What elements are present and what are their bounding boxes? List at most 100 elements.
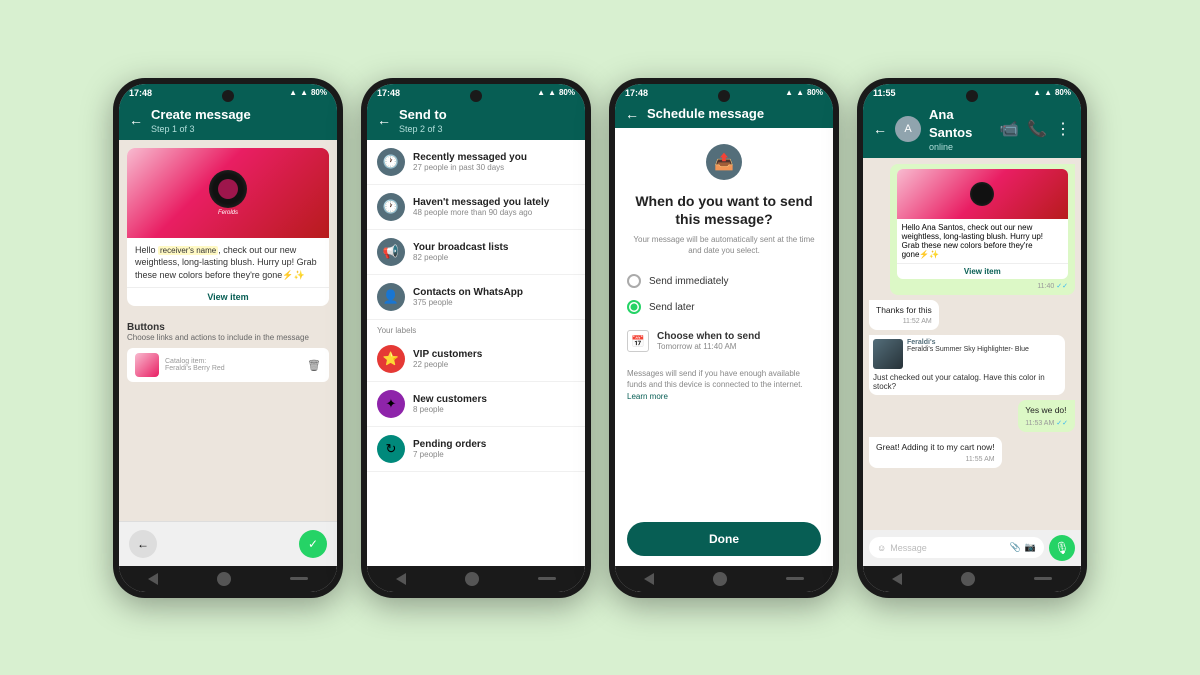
phone3-nav-home[interactable]	[713, 572, 727, 586]
call-icon[interactable]: 📞	[1027, 119, 1047, 139]
phone2-icons: ▲ ▲ 80%	[537, 88, 575, 97]
emoji-icon: ☺	[877, 543, 886, 553]
phone2-time: 17:48	[377, 88, 400, 98]
phone2-nav-recent[interactable]	[538, 577, 556, 580]
label-vip[interactable]: ⭐ VIP customers 22 people	[367, 337, 585, 382]
phone1-subtitle: Step 1 of 3	[151, 124, 327, 134]
send-to-list: 🕐 Recently messaged you 27 people in pas…	[367, 140, 585, 566]
phone1-nav-recent[interactable]	[290, 577, 308, 580]
phone4-nav	[863, 566, 1081, 592]
calendar-icon: 📅	[627, 330, 649, 352]
phone4-nav-home[interactable]	[961, 572, 975, 586]
phone1-nav-home[interactable]	[217, 572, 231, 586]
msg-in-1: Thanks for this 11:52 AM	[869, 300, 939, 331]
contacts-icon: 👤	[377, 283, 405, 311]
radio-later-btn[interactable]	[627, 300, 641, 314]
phone3-nav-back[interactable]	[644, 573, 654, 585]
msg-out-2: Yes we do! 11:53 AM ✓✓	[1018, 400, 1075, 432]
phone1-title: Create message	[151, 107, 251, 122]
phone2-notch	[470, 90, 482, 102]
schedule-icon: 📤	[706, 144, 742, 180]
phone2-battery: 80%	[559, 88, 575, 97]
new-text: New customers 8 people	[413, 394, 487, 414]
phone3-notch	[718, 90, 730, 102]
vip-dot: ⭐	[377, 345, 405, 373]
phone2-nav-back[interactable]	[396, 573, 406, 585]
phone1-nav-back[interactable]	[148, 573, 158, 585]
phone4-notch	[966, 90, 978, 102]
catalog-thumb	[135, 353, 159, 377]
receiver-highlight: receiver's name	[158, 246, 218, 255]
labels-header: Your labels	[367, 320, 585, 337]
camera-icon[interactable]: 📷	[1025, 542, 1036, 553]
phone4-nav-recent[interactable]	[1034, 577, 1052, 580]
send-btn[interactable]: 🎙	[1049, 535, 1075, 561]
radio-later-label: Send later	[649, 302, 695, 313]
recent-icon: 🕐	[377, 148, 405, 176]
schedule-icon-area: 📤	[627, 144, 821, 180]
phone1-back-circle[interactable]: ←	[129, 530, 157, 558]
phone1-back-btn[interactable]: ←	[129, 112, 143, 128]
learn-more-link[interactable]: Learn more	[627, 392, 668, 401]
product-brand-label: Ferolds	[209, 210, 247, 216]
msg-in-product: Feraldi's Feraldi's Summer Sky Highlight…	[869, 335, 1065, 395]
choose-when-row[interactable]: 📅 Choose when to send Tomorrow at 11:40 …	[627, 324, 821, 358]
label-pending[interactable]: ↻ Pending orders 7 people	[367, 427, 585, 472]
label-new[interactable]: ✦ New customers 8 people	[367, 382, 585, 427]
phone3-time: 17:48	[625, 88, 648, 98]
phone3-battery: 80%	[807, 88, 823, 97]
phone4-signal: ▲	[1033, 88, 1041, 97]
vip-text: VIP customers 22 people	[413, 349, 482, 369]
phone3-nav	[615, 566, 833, 592]
done-btn[interactable]: Done	[627, 522, 821, 556]
phone4-nav-back[interactable]	[892, 573, 902, 585]
send-to-item-old[interactable]: 🕐 Haven't messaged you lately 48 people …	[367, 185, 585, 230]
phone3-nav-recent[interactable]	[786, 577, 804, 580]
phone2-nav-home[interactable]	[465, 572, 479, 586]
schedule-note: Messages will send if you have enough av…	[627, 368, 821, 521]
phone3-title: Schedule message	[647, 106, 823, 121]
phone1-status-icons: ▲ ▲ 80%	[289, 88, 327, 97]
phone1-notch	[222, 90, 234, 102]
msg-out-2-time: 11:53 AM ✓✓	[1025, 419, 1068, 427]
send-to-item-broadcast[interactable]: 📢 Your broadcast lists 82 people	[367, 230, 585, 275]
message-input[interactable]: ☺ Message 📎 📷	[869, 537, 1044, 558]
radio-later[interactable]: Send later	[627, 294, 821, 320]
video-icon[interactable]: 📹	[999, 119, 1019, 139]
radio-immediately-label: Send immediately	[649, 276, 728, 287]
phone2-header: ← Send to Step 2 of 3	[367, 100, 585, 140]
send-to-item-recent[interactable]: 🕐 Recently messaged you 27 people in pas…	[367, 140, 585, 185]
pending-text: Pending orders 7 people	[413, 439, 486, 459]
choose-when-text: Choose when to send Tomorrow at 11:40 AM	[657, 331, 760, 351]
msg-view-item[interactable]: View item	[897, 263, 1068, 279]
phone1-action-bar: ← ✓	[119, 521, 337, 566]
more-icon[interactable]: ⋮	[1055, 119, 1071, 139]
phone1-header: ← Create message Step 1 of 3	[119, 100, 337, 140]
attach-icon[interactable]: 📎	[1010, 542, 1021, 553]
buttons-section: Buttons Choose links and actions to incl…	[119, 314, 337, 390]
phone3-back-btn[interactable]: ←	[625, 106, 639, 122]
phone2-back-btn[interactable]: ←	[377, 112, 391, 128]
phone1-nav	[119, 566, 337, 592]
phone1-next-circle[interactable]: ✓	[299, 530, 327, 558]
view-item-btn[interactable]: View item	[127, 287, 329, 306]
phone3-signal: ▲	[785, 88, 793, 97]
product-info: Feraldi's Feraldi's Summer Sky Highlight…	[907, 339, 1061, 369]
contact-avatar: A	[895, 116, 921, 142]
phone4-icons: ▲ ▲ 80%	[1033, 88, 1071, 97]
phone4-back-btn[interactable]: ←	[873, 121, 887, 137]
chat-input-bar: ☺ Message 📎 📷 🎙	[863, 530, 1081, 566]
phone3-icons: ▲ ▲ 80%	[785, 88, 823, 97]
send-to-item-contacts[interactable]: 👤 Contacts on WhatsApp 375 people	[367, 275, 585, 320]
signal-icon: ▲	[289, 88, 297, 97]
phone4-wifi: ▲	[1044, 88, 1052, 97]
radio-immediately-btn[interactable]	[627, 274, 641, 288]
radio-immediately[interactable]: Send immediately	[627, 268, 821, 294]
phone2-signal: ▲	[537, 88, 545, 97]
phone3-wifi: ▲	[796, 88, 804, 97]
catalog-item-row[interactable]: Catalog item: Feraldi's Berry Red 🗑	[127, 348, 329, 382]
message-text: Hello receiver's name, check out our new…	[127, 238, 329, 288]
delete-icon[interactable]: 🗑	[307, 359, 321, 372]
contact-name: Ana Santos	[929, 107, 972, 140]
phone2: 17:48 ▲ ▲ 80% ← Send to Step 2 of 3 🕐	[361, 78, 591, 598]
